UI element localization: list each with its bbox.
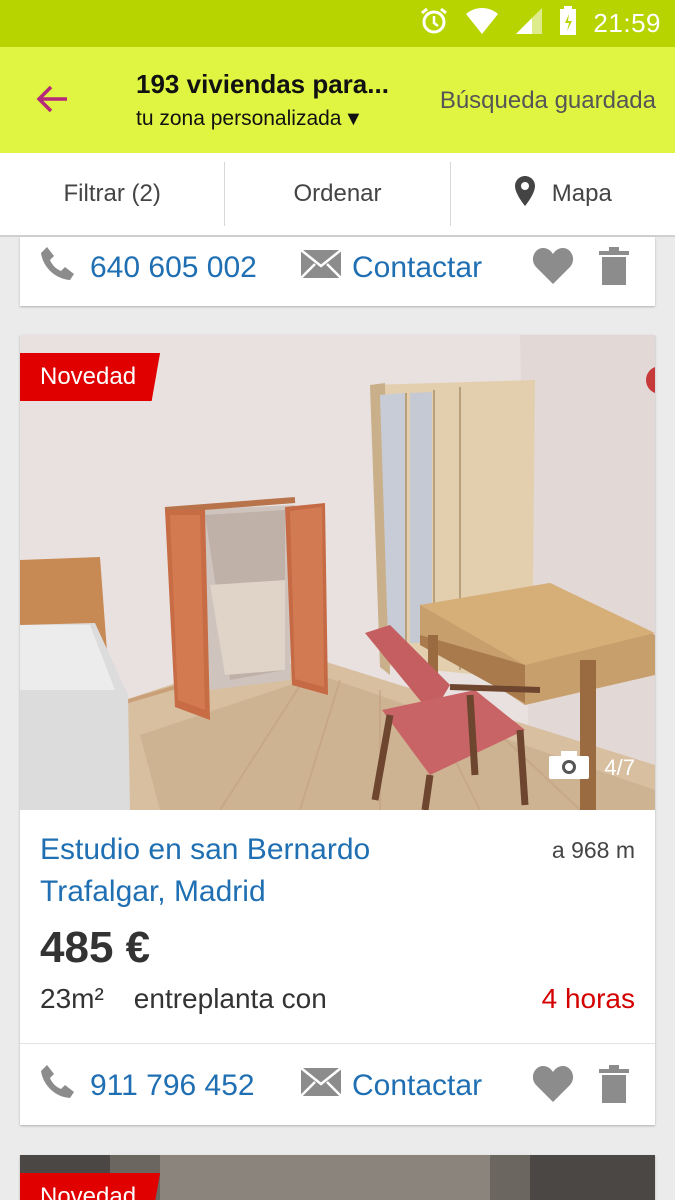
map-label: Mapa xyxy=(551,180,612,207)
listing-time: 4 horas xyxy=(541,983,635,1014)
listing-title[interactable]: Estudio en san Bernardo Trafalgar, Madri… xyxy=(40,829,460,913)
trash-icon[interactable] xyxy=(599,1064,629,1109)
zone-selector[interactable]: tu zona personalizada ▼ xyxy=(136,107,363,131)
contact-button[interactable]: Contactar xyxy=(300,1067,482,1105)
listing-details: 23m² entreplanta con xyxy=(40,983,327,1015)
listing-card[interactable]: Novedad 4/7 Estudio en san Bernardo Traf… xyxy=(20,335,655,1125)
phone-icon xyxy=(38,1062,78,1110)
listing-card[interactable]: 640 605 002 Contactar xyxy=(20,237,655,306)
back-button[interactable] xyxy=(32,81,72,121)
contact-row: 640 605 002 Contactar xyxy=(20,227,655,309)
toolbar: Filtrar (2) Ordenar Mapa xyxy=(0,153,675,237)
wifi-icon xyxy=(465,7,499,40)
alarm-icon xyxy=(419,6,449,41)
sort-button[interactable]: Ordenar xyxy=(225,153,449,235)
map-pin-icon xyxy=(514,175,536,214)
contact-button[interactable]: Contactar xyxy=(300,249,482,287)
envelope-icon xyxy=(300,249,342,287)
page-title: 193 viviendas para... xyxy=(136,69,389,99)
filter-label: Filtrar (2) xyxy=(63,180,161,207)
clock: 21:59 xyxy=(593,8,661,38)
contact-label: Contactar xyxy=(352,1069,483,1102)
card-divider xyxy=(20,1043,655,1044)
listing-photo[interactable]: Novedad 4/7 xyxy=(20,335,655,810)
favorite-heart-icon[interactable] xyxy=(532,1065,574,1108)
trash-icon[interactable] xyxy=(599,246,629,291)
sort-label: Ordenar xyxy=(293,180,382,207)
envelope-icon xyxy=(300,1067,342,1105)
app-bar: 193 viviendas para... tu zona personaliz… xyxy=(0,47,675,153)
listing-size: 23m² xyxy=(40,983,104,1014)
phone-icon xyxy=(38,244,78,292)
signal-icon xyxy=(515,7,543,40)
back-arrow-icon xyxy=(35,84,69,119)
filter-button[interactable]: Filtrar (2) xyxy=(0,153,224,235)
favorite-heart-icon[interactable] xyxy=(532,247,574,290)
listing-distance: a 968 m xyxy=(551,837,635,863)
novelty-badge: Novedad xyxy=(20,1173,161,1200)
novelty-badge: Novedad xyxy=(20,353,161,401)
battery-icon xyxy=(559,6,577,41)
photo-counter: 4/7 xyxy=(548,750,635,786)
contact-label: Contactar xyxy=(352,251,483,284)
zone-label: tu zona personalizada xyxy=(136,107,342,130)
phone-link[interactable]: 640 605 002 xyxy=(38,244,257,292)
listing-card[interactable]: Novedad xyxy=(20,1155,655,1200)
map-button[interactable]: Mapa xyxy=(451,153,675,235)
phone-link[interactable]: 911 796 452 xyxy=(38,1062,255,1110)
photo-counter-text: 4/7 xyxy=(604,755,635,780)
camera-icon xyxy=(548,750,590,786)
phone-number: 911 796 452 xyxy=(90,1069,255,1102)
saved-search-button[interactable]: Búsqueda guardada xyxy=(440,87,656,115)
phone-number: 640 605 002 xyxy=(90,251,257,284)
contact-row: 911 796 452 Contactar xyxy=(20,1045,655,1127)
listing-photo[interactable]: Novedad xyxy=(20,1155,655,1200)
listing-description: entreplanta con xyxy=(133,983,327,1014)
status-bar: 21:59 xyxy=(0,0,675,47)
chevron-down-icon: ▼ xyxy=(343,107,364,130)
room-photo xyxy=(20,335,655,810)
listing-price: 485 € xyxy=(40,923,151,972)
